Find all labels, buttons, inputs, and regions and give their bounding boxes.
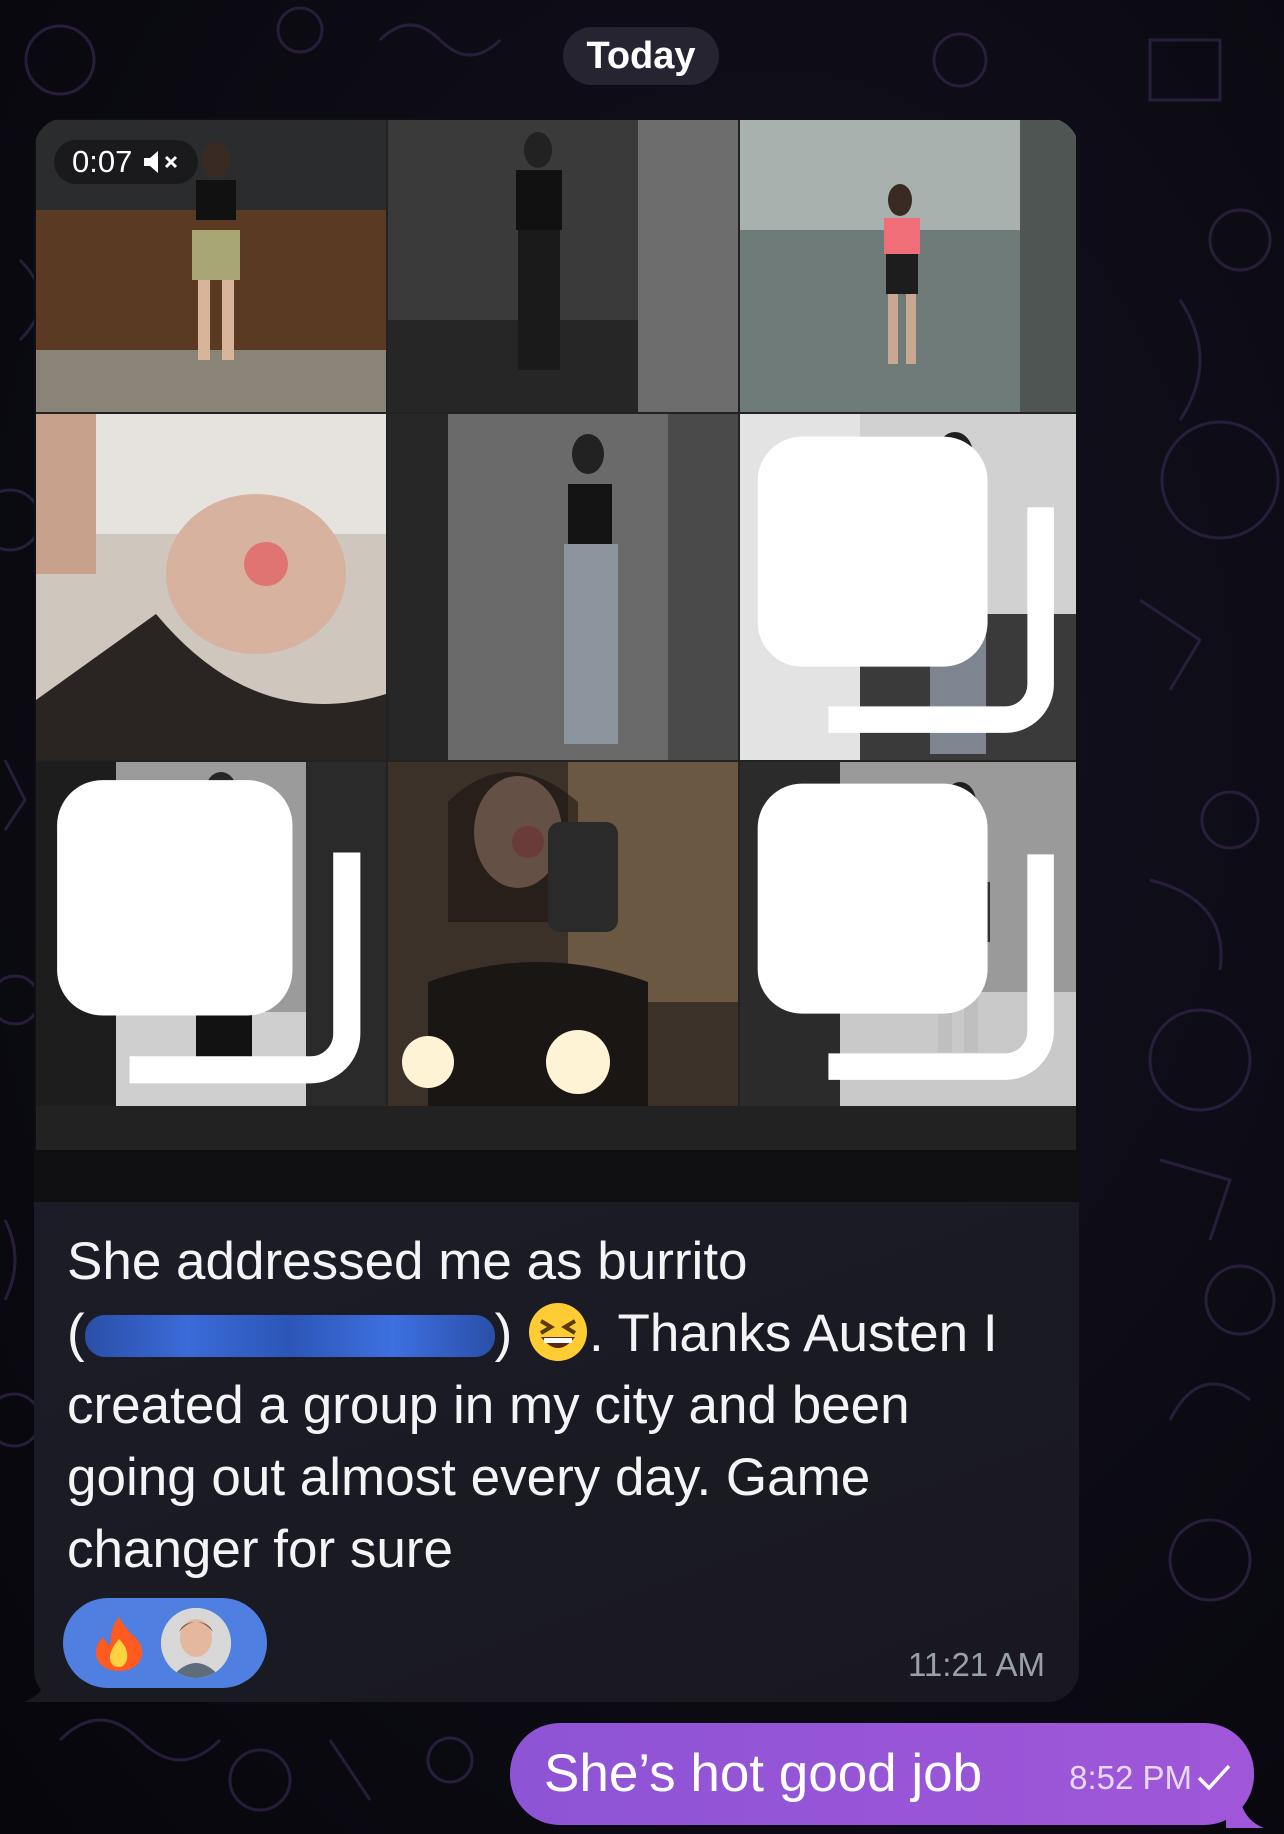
outgoing-message-text: She’s hot good job [544, 1744, 983, 1803]
photo-tile [740, 414, 1076, 760]
message-line: She addressed me as burrito [67, 1232, 748, 1291]
multiple-photos-icon [757, 783, 1054, 1080]
message-text: She addressed me as burrito () . Thanks … [67, 1226, 1067, 1586]
date-separator: Today [563, 27, 719, 85]
message-line: changer for sure [67, 1520, 453, 1579]
message-line: () . Thanks Austen I [67, 1298, 1067, 1370]
outgoing-message-bubble[interactable]: She’s hot good job 8:52 PM [510, 1723, 1254, 1825]
photo-tile [388, 414, 738, 760]
incoming-message-bubble[interactable]: 0:07 She addressed me as burrito () . Th… [34, 118, 1079, 1702]
message-line: created a group in my city and been [67, 1376, 910, 1435]
photo-tile [388, 120, 738, 412]
photo-grid [36, 120, 1076, 1150]
outgoing-message-time: 8:52 PM [1069, 1759, 1192, 1796]
speaker-muted-icon [144, 151, 178, 173]
photo-tile [36, 762, 386, 1106]
photo-tile [388, 762, 738, 1106]
redacted-name [84, 1315, 495, 1357]
reaction-user-avatar [161, 1608, 231, 1678]
multiple-photos-icon [57, 780, 361, 1084]
video-timer: 0:07 [72, 144, 133, 179]
photo-tile [740, 762, 1076, 1106]
grinning-squinting-face-emoji [529, 1303, 588, 1361]
bubble-tail [24, 1666, 62, 1702]
photo-tile [36, 414, 386, 760]
message-line: going out almost every day. Game [67, 1448, 871, 1507]
media-collage-video[interactable]: 0:07 [34, 118, 1079, 1202]
fire-emoji [95, 1617, 143, 1671]
message-time: 11:21 AM [908, 1646, 1045, 1683]
reaction-pill[interactable] [63, 1598, 267, 1688]
photo-tile [740, 120, 1076, 412]
video-duration-badge[interactable]: 0:07 [54, 140, 199, 184]
outgoing-bubble-tail [1226, 1780, 1264, 1828]
multiple-photos-icon [757, 436, 1054, 733]
